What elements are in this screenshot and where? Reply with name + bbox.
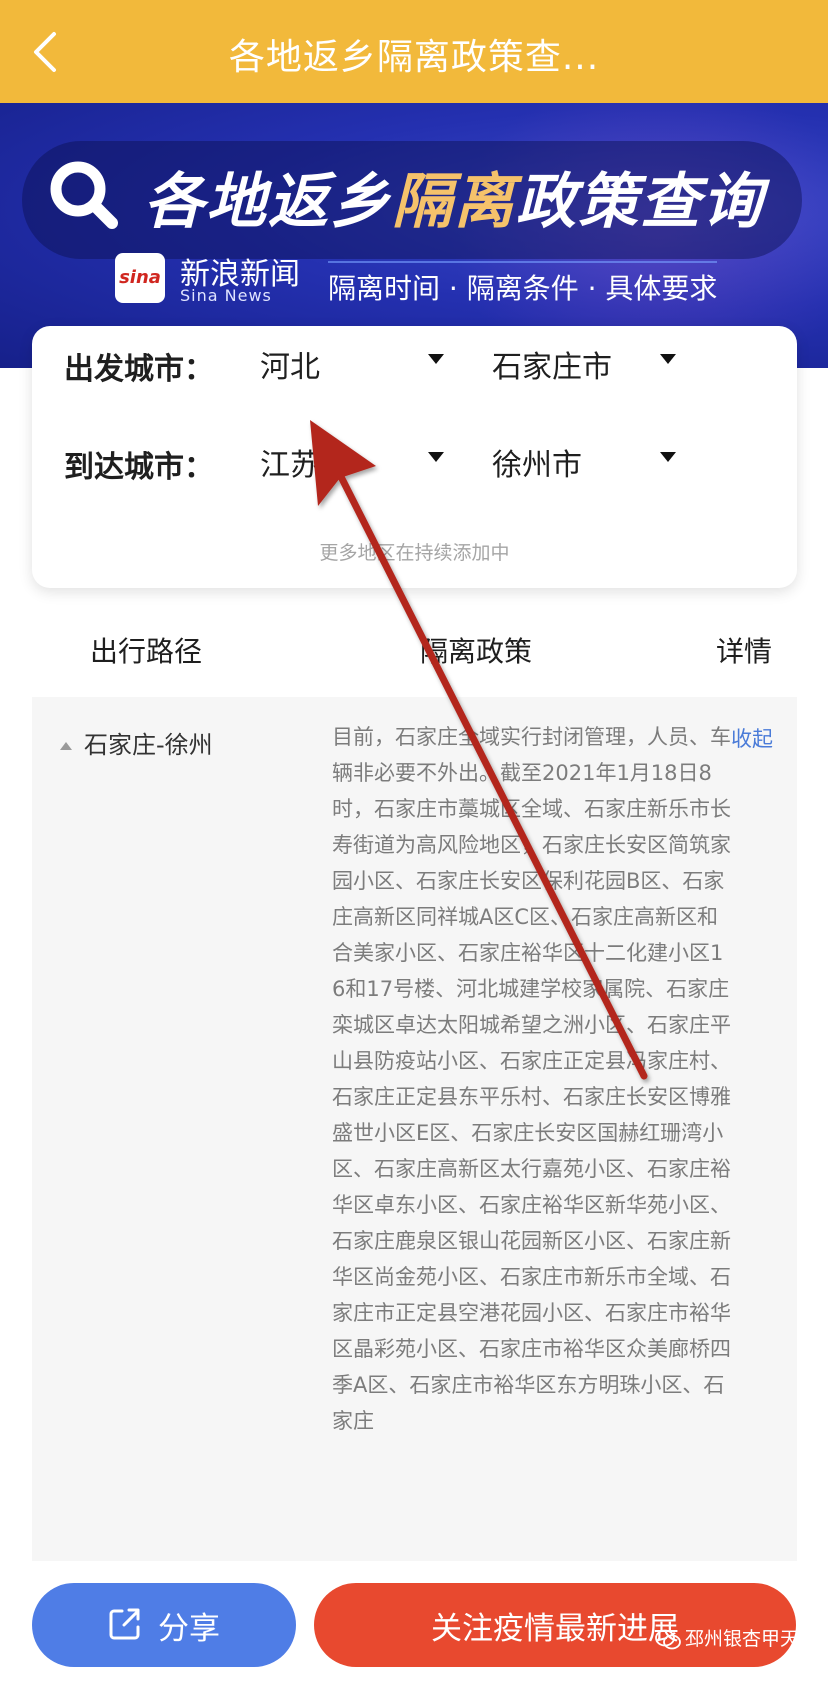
departure-province-value: 河北 [260, 350, 320, 385]
departure-city-value: 石家庄市 [492, 350, 612, 385]
share-button[interactable]: 分享 [32, 1583, 296, 1667]
banner-title-part2: 隔离 [392, 167, 516, 237]
arrival-city-select[interactable]: 徐州市 [492, 440, 682, 483]
caret-down-icon [660, 354, 676, 364]
search-icon [50, 161, 118, 229]
route-name: 石家庄-徐州 [84, 731, 213, 759]
banner-title-part3: 政策查询 [516, 167, 764, 237]
sina-logo: sina [115, 253, 165, 303]
wechat-icon [655, 1629, 681, 1649]
page-title: 各地返乡隔离政策查... [228, 37, 600, 78]
column-policy: 隔离政策 [420, 635, 533, 668]
watermark: 邳州银杏甲天下 [655, 1624, 818, 1651]
route-item[interactable]: 石家庄-徐州 [60, 725, 213, 760]
column-route: 出行路径 [90, 635, 203, 668]
arrival-province-select[interactable]: 江苏 [260, 440, 444, 483]
caret-up-icon [60, 742, 72, 750]
departure-city-select[interactable]: 石家庄市 [492, 342, 682, 385]
collapse-link[interactable]: 收起 [731, 723, 773, 753]
departure-province-select[interactable]: 河北 [260, 342, 444, 385]
caret-down-icon [660, 452, 676, 462]
watermark-text: 邳州银杏甲天下 [684, 1628, 818, 1650]
brand-english-name: Sina News [180, 286, 272, 305]
table-header: 出行路径 隔离政策 详情 [0, 630, 828, 680]
departure-label: 出发城市： [64, 352, 214, 387]
more-regions-hint: 更多地区在持续添加中 [319, 542, 510, 564]
banner-subtitle: 隔离时间 · 隔离条件 · 具体要求 [328, 261, 718, 307]
arrival-province-value: 江苏 [260, 448, 320, 483]
policy-text: 目前，石家庄全域实行封闭管理，人员、车辆非必要不外出。截至2021年1月18日8… [332, 725, 731, 1433]
arrival-label: 到达城市： [64, 450, 214, 485]
share-label: 分享 [158, 1611, 220, 1647]
city-selector-card: 出发城市： 河北 石家庄市 到达城市： 江苏 徐州市 更多地区在持续添加中 [32, 326, 797, 588]
caret-down-icon [428, 354, 444, 364]
share-icon [109, 1608, 140, 1640]
arrival-city-value: 徐州市 [492, 448, 582, 483]
banner-title: 各地返乡隔离政策查询 [144, 153, 764, 240]
column-detail: 详情 [716, 635, 773, 668]
caret-down-icon [428, 452, 444, 462]
policy-result-panel[interactable]: 石家庄-徐州 目前，石家庄全域实行封闭管理，人员、车辆非必要不外出。截至2021… [32, 697, 797, 1561]
top-nav-bar: 各地返乡隔离政策查... [0, 0, 828, 103]
banner-title-part1: 各地返乡 [144, 167, 392, 237]
